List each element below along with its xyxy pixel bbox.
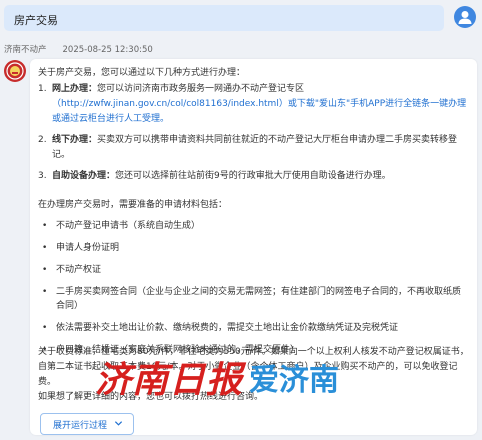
user-message-text: 房产交易 xyxy=(14,14,58,27)
user-avatar-icon[interactable] xyxy=(454,6,476,28)
list-item: • 依法需要补交土地出让价款、缴纳税费的，需提交土地出让金价款缴纳凭证及完税凭证 xyxy=(42,323,399,333)
method-title: 线下办理： xyxy=(52,135,98,145)
user-message-bubble: 房产交易 xyxy=(4,5,444,31)
method-number: 1. xyxy=(38,84,47,94)
method-title: 自助设备办理： xyxy=(52,171,116,181)
material-text: 依法需要补交土地出让价款、缴纳税费的，需提交土地出让金价款缴纳凭证及完税凭证 xyxy=(56,323,399,333)
online-service-link[interactable]: （http://zwfw.jinan.gov.cn/col/col81163/i… xyxy=(52,99,466,124)
material-text: 不动产权证 xyxy=(56,265,102,275)
method-item-self-service: 3. 自助设备办理：您还可以选择前往站前街9号的行政审批大厅使用自助设备进行办理… xyxy=(38,169,468,184)
material-text: 二手房买卖网签合同（企业与企业之间的交易无需网签；有住建部门的网签电子合同的，不… xyxy=(56,287,462,311)
bot-meta: 济南不动产 2025-08-25 12:30:50 xyxy=(4,43,153,55)
expand-process-button[interactable]: 展开运行过程 xyxy=(40,413,134,435)
answer-intro: 关于房产交易，您可以通过以下几种方式进行办理： xyxy=(38,68,246,78)
chevron-down-icon xyxy=(114,421,123,426)
news-watermark: 济南日报 爱济南 xyxy=(95,352,365,402)
bot-avatar-icon xyxy=(4,60,26,82)
materials-intro: 在办理房产交易时，需要准备的申请材料包括： xyxy=(38,200,228,210)
material-text: 申请人身份证明 xyxy=(56,243,120,253)
watermark-brand-red: 济南日报 xyxy=(95,359,244,401)
list-item: • 不动产登记申请书（系统自动生成） xyxy=(42,221,201,231)
method-text: 您还可以选择前往站前街9号的行政审批大厅使用自助设备进行办理。 xyxy=(115,171,391,181)
method-text: 买卖双方可以携带申请资料共同前往就近的不动产登记大厅柜台申请办理二手房买卖转移登… xyxy=(52,135,458,160)
list-item: • 二手房买卖网签合同（企业与企业之间的交易无需网签；有住建部门的网签电子合同的，… xyxy=(38,285,468,313)
materials-list: • 不动产登记申请书（系统自动生成） • 申请人身份证明 • 不动产权证 • 二手房买卖… xyxy=(38,219,468,365)
watermark-brand-blue: 爱济南 xyxy=(249,363,340,398)
method-item-offline: 2. 线下办理：买卖双方可以携带申请资料共同前往就近的不动产登记大厅柜台申请办理… xyxy=(38,133,468,163)
material-text: 不动产登记申请书（系统自动生成） xyxy=(56,221,201,231)
method-item-online: 1. 网上办理：您可以访问济南市政务服务一网通办不动产登记专区 （http://z… xyxy=(38,82,468,127)
method-number: 3. xyxy=(38,171,47,181)
list-item: • 不动产权证 xyxy=(42,265,102,275)
method-text: 您可以访问济南市政务服务一网通办不动产登记专区 xyxy=(97,84,305,94)
list-item: • 申请人身份证明 xyxy=(42,243,120,253)
expand-button-label: 展开运行过程 xyxy=(53,421,108,431)
method-number: 2. xyxy=(38,135,47,145)
method-title: 网上办理： xyxy=(52,84,98,94)
message-timestamp: 2025-08-25 12:30:50 xyxy=(62,45,153,55)
method-list: 1. 网上办理：您可以访问济南市政务服务一网通办不动产登记专区 （http://z… xyxy=(38,82,468,190)
bot-name: 济南不动产 xyxy=(4,45,47,55)
